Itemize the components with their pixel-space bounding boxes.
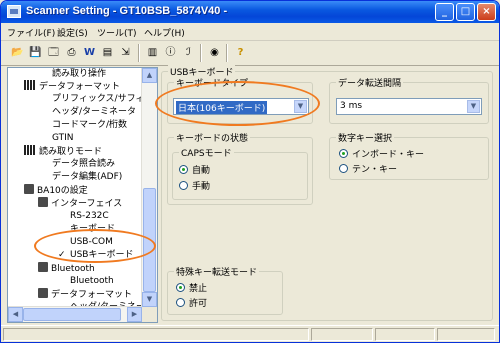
barcode-icon <box>24 145 36 155</box>
caps-manual-radio[interactable]: 手動 <box>179 181 210 193</box>
save-icon[interactable]: 💾 <box>27 44 44 61</box>
scroll-left-icon[interactable]: ◀ <box>8 307 23 322</box>
settings-tree[interactable]: 読み取り操作 データフォーマット プリフィックス/サフィッ ヘッダ/ターミネータ… <box>7 67 158 323</box>
import-icon[interactable]: ⇲ <box>117 44 134 61</box>
scroll-thumb[interactable] <box>23 308 121 321</box>
settings-panel: USBキーボード キーボードタイプ 日本(106キーボード) ▼ データ転送間隔… <box>161 65 495 323</box>
print-icon[interactable]: ⎙ <box>63 44 80 61</box>
device-icon <box>38 288 48 298</box>
radio-unselected-icon <box>179 181 188 190</box>
tree-item-data-format-2[interactable]: データフォーマット <box>38 288 132 300</box>
title-bar[interactable]: Scanner Setting - GT10BSB_5874V40 - _ □ … <box>1 1 499 23</box>
keyboard-state-group: キーボードの状態 CAPSモード 自動 手動 <box>167 131 313 205</box>
scroll-corner <box>142 307 157 322</box>
menu-help[interactable]: ヘルプ(H) <box>144 26 185 39</box>
tree-item-prefix-suffix[interactable]: プリフィックス/サフィッ <box>52 93 153 105</box>
app-window: Scanner Setting - GT10BSB_5874V40 - _ □ … <box>0 0 500 343</box>
tree-item-data-match[interactable]: データ照合読み <box>52 158 115 170</box>
numeric-inboard-radio[interactable]: インボード・キー <box>339 149 424 161</box>
caps-mode-group: CAPSモード 自動 手動 <box>172 146 308 200</box>
radio-selected-icon <box>339 149 348 158</box>
barcode-icon <box>24 80 36 90</box>
view-icon[interactable]: ◉ <box>206 44 223 61</box>
status-cell <box>3 328 309 341</box>
export-icon[interactable]: ▤ <box>99 44 116 61</box>
tree-item-gtin[interactable]: GTIN <box>52 132 74 144</box>
caps-mode-label: CAPSモード <box>179 146 234 159</box>
device-icon <box>38 262 48 272</box>
toolbar-separator <box>200 44 202 62</box>
menu-settings[interactable]: 設定(S) <box>57 26 88 39</box>
scroll-thumb[interactable] <box>143 188 156 292</box>
tree-item-code-mark[interactable]: コードマーク/桁数 <box>52 119 127 131</box>
tree-item-ba10-settings[interactable]: BA10の設定 <box>24 184 88 196</box>
menu-tools[interactable]: ツール(T) <box>97 26 137 39</box>
special-key-label: 特殊キー転送モード <box>174 265 260 278</box>
open-folder-icon[interactable]: 📂 <box>9 44 26 61</box>
keyboard-type-select[interactable]: 日本(106キーボード) ▼ <box>173 98 309 115</box>
check-icon: ✓ <box>58 250 66 260</box>
menu-file[interactable]: ファイル(F) <box>7 26 55 39</box>
tree-item-data-edit[interactable]: データ編集(ADF) <box>52 171 122 183</box>
toolbar-separator <box>226 44 228 62</box>
scroll-down-icon[interactable]: ▼ <box>142 292 157 307</box>
numeric-key-label: 数字キー選択 <box>336 131 395 144</box>
device-icon <box>38 197 48 207</box>
menu-bar: ファイル(F) 設定(S) ツール(T) ヘルプ(H) <box>1 23 499 41</box>
config-icon[interactable]: ▥ <box>144 44 161 61</box>
window-title: Scanner Setting - GT10BSB_5874V40 - <box>26 5 228 17</box>
status-cell <box>311 328 373 341</box>
help-icon[interactable]: ? <box>232 44 249 61</box>
radio-unselected-icon <box>176 298 185 307</box>
radio-selected-icon <box>176 283 185 292</box>
keyboard-type-group: キーボードタイプ 日本(106キーボード) ▼ <box>167 76 313 124</box>
special-key-group: 特殊キー転送モード 禁止 許可 <box>167 265 283 315</box>
print-preview-icon[interactable]: 🗔 <box>45 44 62 61</box>
manual-icon[interactable]: ℐ <box>180 44 197 61</box>
word-icon[interactable]: W <box>81 44 98 61</box>
tree-item-usb-keyboard[interactable]: ✓ USBキーボード <box>58 249 133 261</box>
scroll-up-icon[interactable]: ▲ <box>142 68 157 83</box>
tree-item-data-format[interactable]: データフォーマット <box>24 80 120 92</box>
scroll-right-icon[interactable]: ▶ <box>127 307 142 322</box>
tree-item-usb-com[interactable]: USB-COM <box>70 236 113 248</box>
tree-item-read-mode[interactable]: 読み取りモード <box>24 145 102 157</box>
status-cell <box>437 328 495 341</box>
status-bar <box>1 325 499 342</box>
tree-horizontal-scrollbar[interactable]: ◀ ▶ <box>8 306 142 322</box>
toolbar: 📂 💾 🗔 ⎙ W ▤ ⇲ ▥ ⓘ ℐ ◉ ? <box>1 41 499 66</box>
transfer-interval-group: データ転送間隔 3 ms ▼ <box>329 76 489 124</box>
radio-unselected-icon <box>339 164 348 173</box>
tree-item-interface[interactable]: インターフェイス <box>38 197 122 209</box>
tree-item-bluetooth-group[interactable]: Bluetooth <box>38 262 95 274</box>
numeric-tenkey-radio[interactable]: テン・キー <box>339 164 397 176</box>
special-disable-radio[interactable]: 禁止 <box>176 283 207 295</box>
radio-selected-icon <box>179 165 188 174</box>
keyboard-type-label: キーボードタイプ <box>174 76 251 89</box>
transfer-interval-label: データ転送間隔 <box>336 76 404 89</box>
tree-vertical-scrollbar[interactable]: ▲ ▼ <box>141 68 157 307</box>
keyboard-state-label: キーボードの状態 <box>174 131 251 144</box>
tree-item-keyboard[interactable]: キーボード <box>70 223 115 235</box>
close-button[interactable]: × <box>477 3 496 21</box>
tree-item-header-terminator[interactable]: ヘッダ/ターミネータ <box>52 106 136 118</box>
tree-item-bluetooth[interactable]: Bluetooth <box>70 275 114 287</box>
status-cell <box>375 328 435 341</box>
chevron-down-icon[interactable]: ▼ <box>294 100 307 113</box>
transfer-interval-select[interactable]: 3 ms ▼ <box>336 98 482 115</box>
tree-item-rs232c[interactable]: RS-232C <box>70 210 109 222</box>
tree-item-read-operation[interactable]: 読み取り操作 <box>52 68 106 80</box>
app-icon <box>7 5 21 18</box>
numeric-key-group: 数字キー選択 インボード・キー テン・キー <box>329 131 489 180</box>
caps-auto-radio[interactable]: 自動 <box>179 165 210 177</box>
device-icon <box>24 184 34 194</box>
special-enable-radio[interactable]: 許可 <box>176 298 207 310</box>
info-icon[interactable]: ⓘ <box>162 44 179 61</box>
minimize-button[interactable]: _ <box>435 3 454 21</box>
maximize-button[interactable]: □ <box>456 3 475 21</box>
toolbar-separator <box>138 44 140 62</box>
chevron-down-icon[interactable]: ▼ <box>467 100 480 113</box>
